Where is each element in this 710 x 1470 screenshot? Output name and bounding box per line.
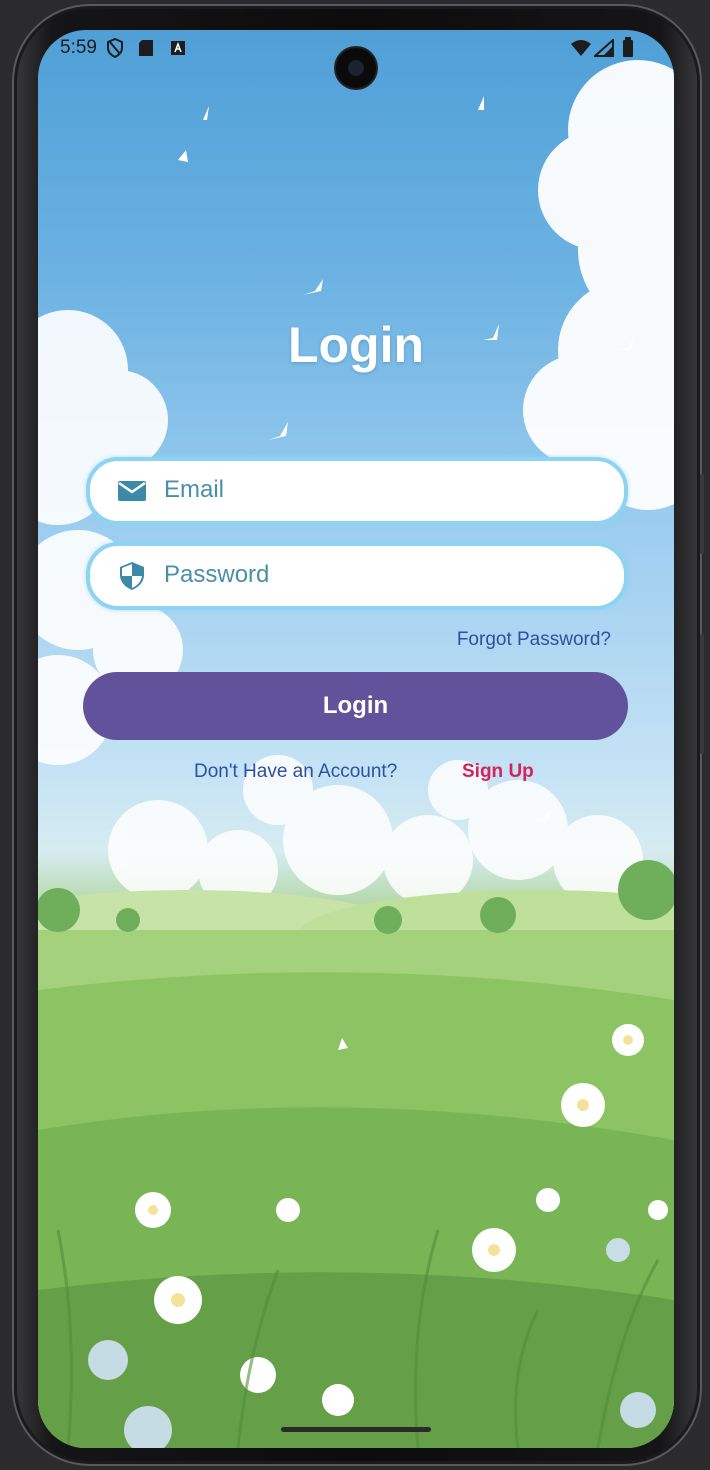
power-button bbox=[700, 634, 704, 754]
shield-status-icon bbox=[107, 38, 123, 58]
sd-card-icon bbox=[139, 40, 153, 56]
forgot-password-link[interactable]: Forgot Password? bbox=[457, 629, 611, 651]
email-field[interactable]: Email bbox=[86, 457, 628, 525]
password-field[interactable]: Password bbox=[86, 542, 628, 610]
password-placeholder: Password bbox=[164, 561, 270, 588]
email-placeholder: Email bbox=[164, 476, 225, 503]
keyboard-icon bbox=[171, 41, 185, 55]
email-icon bbox=[118, 481, 146, 501]
page-title: Login bbox=[287, 317, 425, 373]
login-button[interactable]: Login bbox=[83, 672, 628, 740]
home-indicator[interactable] bbox=[281, 1427, 431, 1432]
battery-icon bbox=[623, 37, 633, 57]
no-account-text: Don't Have an Account? bbox=[194, 761, 398, 782]
status-time: 5:59 bbox=[60, 37, 97, 58]
app-screen: 5:59 Login Email Password Forgot Passwor… bbox=[38, 30, 674, 1448]
wifi-icon bbox=[571, 40, 591, 56]
shield-icon bbox=[120, 562, 144, 590]
signal-icon bbox=[594, 39, 614, 57]
volume-button bbox=[700, 474, 704, 554]
front-camera bbox=[336, 48, 376, 88]
sign-up-link[interactable]: Sign Up bbox=[462, 761, 534, 783]
